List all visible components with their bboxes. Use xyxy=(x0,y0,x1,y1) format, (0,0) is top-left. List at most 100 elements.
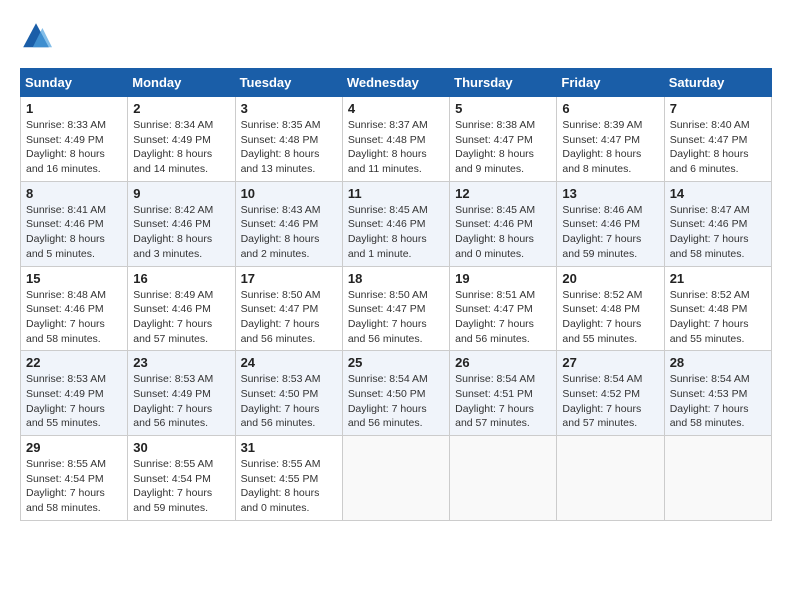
calendar-cell: 6 Sunrise: 8:39 AMSunset: 4:47 PMDaylight… xyxy=(557,97,664,182)
day-info: Sunrise: 8:35 AMSunset: 4:48 PMDaylight:… xyxy=(241,118,337,177)
day-info: Sunrise: 8:45 AMSunset: 4:46 PMDaylight:… xyxy=(455,203,551,262)
day-number: 11 xyxy=(348,186,444,201)
calendar-cell: 16 Sunrise: 8:49 AMSunset: 4:46 PMDayligh… xyxy=(128,266,235,351)
calendar-cell: 28 Sunrise: 8:54 AMSunset: 4:53 PMDayligh… xyxy=(664,351,771,436)
day-number: 7 xyxy=(670,101,766,116)
weekday-header: Friday xyxy=(557,69,664,97)
calendar-cell: 15 Sunrise: 8:48 AMSunset: 4:46 PMDayligh… xyxy=(21,266,128,351)
day-number: 26 xyxy=(455,355,551,370)
day-number: 13 xyxy=(562,186,658,201)
calendar-week-row: 15 Sunrise: 8:48 AMSunset: 4:46 PMDayligh… xyxy=(21,266,772,351)
day-info: Sunrise: 8:55 AMSunset: 4:54 PMDaylight:… xyxy=(26,457,122,516)
calendar-cell: 1Sunrise: 8:33 AMSunset: 4:49 PMDaylight… xyxy=(21,97,128,182)
day-info: Sunrise: 8:45 AMSunset: 4:46 PMDaylight:… xyxy=(348,203,444,262)
calendar-cell xyxy=(664,436,771,521)
calendar-cell: 14 Sunrise: 8:47 AMSunset: 4:46 PMDayligh… xyxy=(664,181,771,266)
day-info: Sunrise: 8:54 AMSunset: 4:53 PMDaylight:… xyxy=(670,372,766,431)
day-info: Sunrise: 8:43 AMSunset: 4:46 PMDaylight:… xyxy=(241,203,337,262)
calendar-cell: 13 Sunrise: 8:46 AMSunset: 4:46 PMDayligh… xyxy=(557,181,664,266)
calendar-week-row: 29 Sunrise: 8:55 AMSunset: 4:54 PMDayligh… xyxy=(21,436,772,521)
calendar-cell: 26Sunrise: 8:54 AMSunset: 4:51 PMDayligh… xyxy=(450,351,557,436)
calendar-cell: 12 Sunrise: 8:45 AMSunset: 4:46 PMDayligh… xyxy=(450,181,557,266)
day-number: 20 xyxy=(562,271,658,286)
calendar-cell: 20 Sunrise: 8:52 AMSunset: 4:48 PMDayligh… xyxy=(557,266,664,351)
weekday-header: Saturday xyxy=(664,69,771,97)
calendar-cell: 27 Sunrise: 8:54 AMSunset: 4:52 PMDayligh… xyxy=(557,351,664,436)
page-header xyxy=(20,20,772,52)
day-number: 28 xyxy=(670,355,766,370)
calendar-cell: 25 Sunrise: 8:54 AMSunset: 4:50 PMDayligh… xyxy=(342,351,449,436)
calendar-week-row: 8Sunrise: 8:41 AMSunset: 4:46 PMDaylight… xyxy=(21,181,772,266)
day-info: Sunrise: 8:38 AMSunset: 4:47 PMDaylight:… xyxy=(455,118,551,177)
day-info: Sunrise: 8:54 AMSunset: 4:50 PMDaylight:… xyxy=(348,372,444,431)
calendar-cell: 22 Sunrise: 8:53 AMSunset: 4:49 PMDayligh… xyxy=(21,351,128,436)
day-info: Sunrise: 8:47 AMSunset: 4:46 PMDaylight:… xyxy=(670,203,766,262)
day-info: Sunrise: 8:49 AMSunset: 4:46 PMDaylight:… xyxy=(133,288,229,347)
day-number: 15 xyxy=(26,271,122,286)
weekday-header: Sunday xyxy=(21,69,128,97)
calendar-cell: 17 Sunrise: 8:50 AMSunset: 4:47 PMDayligh… xyxy=(235,266,342,351)
calendar-cell: 4 Sunrise: 8:37 AMSunset: 4:48 PMDaylight… xyxy=(342,97,449,182)
day-info: Sunrise: 8:50 AMSunset: 4:47 PMDaylight:… xyxy=(348,288,444,347)
calendar-cell: 21Sunrise: 8:52 AMSunset: 4:48 PMDayligh… xyxy=(664,266,771,351)
weekday-header: Thursday xyxy=(450,69,557,97)
calendar-header-row: SundayMondayTuesdayWednesdayThursdayFrid… xyxy=(21,69,772,97)
day-number: 18 xyxy=(348,271,444,286)
calendar-cell: 18 Sunrise: 8:50 AMSunset: 4:47 PMDayligh… xyxy=(342,266,449,351)
day-number: 24 xyxy=(241,355,337,370)
calendar-week-row: 1Sunrise: 8:33 AMSunset: 4:49 PMDaylight… xyxy=(21,97,772,182)
calendar-cell xyxy=(450,436,557,521)
day-number: 8 xyxy=(26,186,122,201)
day-info: Sunrise: 8:53 AMSunset: 4:49 PMDaylight:… xyxy=(26,372,122,431)
calendar-cell: 7 Sunrise: 8:40 AMSunset: 4:47 PMDaylight… xyxy=(664,97,771,182)
day-number: 5 xyxy=(455,101,551,116)
day-info: Sunrise: 8:40 AMSunset: 4:47 PMDaylight:… xyxy=(670,118,766,177)
logo xyxy=(20,20,56,52)
day-info: Sunrise: 8:54 AMSunset: 4:52 PMDaylight:… xyxy=(562,372,658,431)
day-number: 22 xyxy=(26,355,122,370)
logo-icon xyxy=(20,20,52,52)
day-number: 23 xyxy=(133,355,229,370)
weekday-header: Monday xyxy=(128,69,235,97)
day-info: Sunrise: 8:48 AMSunset: 4:46 PMDaylight:… xyxy=(26,288,122,347)
day-number: 27 xyxy=(562,355,658,370)
day-number: 30 xyxy=(133,440,229,455)
day-number: 4 xyxy=(348,101,444,116)
calendar-cell: 23Sunrise: 8:53 AMSunset: 4:49 PMDayligh… xyxy=(128,351,235,436)
day-number: 2 xyxy=(133,101,229,116)
day-number: 16 xyxy=(133,271,229,286)
day-number: 9 xyxy=(133,186,229,201)
day-info: Sunrise: 8:39 AMSunset: 4:47 PMDaylight:… xyxy=(562,118,658,177)
calendar-cell: 24Sunrise: 8:53 AMSunset: 4:50 PMDayligh… xyxy=(235,351,342,436)
day-info: Sunrise: 8:46 AMSunset: 4:46 PMDaylight:… xyxy=(562,203,658,262)
day-number: 17 xyxy=(241,271,337,286)
weekday-header: Wednesday xyxy=(342,69,449,97)
day-number: 6 xyxy=(562,101,658,116)
day-number: 21 xyxy=(670,271,766,286)
calendar-cell xyxy=(342,436,449,521)
day-info: Sunrise: 8:55 AMSunset: 4:55 PMDaylight:… xyxy=(241,457,337,516)
calendar-cell: 2 Sunrise: 8:34 AMSunset: 4:49 PMDaylight… xyxy=(128,97,235,182)
calendar-table: SundayMondayTuesdayWednesdayThursdayFrid… xyxy=(20,68,772,521)
day-number: 10 xyxy=(241,186,337,201)
calendar-cell: 30Sunrise: 8:55 AMSunset: 4:54 PMDayligh… xyxy=(128,436,235,521)
calendar-week-row: 22 Sunrise: 8:53 AMSunset: 4:49 PMDayligh… xyxy=(21,351,772,436)
calendar-cell: 5 Sunrise: 8:38 AMSunset: 4:47 PMDaylight… xyxy=(450,97,557,182)
calendar-cell: 29 Sunrise: 8:55 AMSunset: 4:54 PMDayligh… xyxy=(21,436,128,521)
day-number: 14 xyxy=(670,186,766,201)
day-info: Sunrise: 8:50 AMSunset: 4:47 PMDaylight:… xyxy=(241,288,337,347)
day-number: 29 xyxy=(26,440,122,455)
calendar-cell: 9 Sunrise: 8:42 AMSunset: 4:46 PMDaylight… xyxy=(128,181,235,266)
calendar-cell: 8Sunrise: 8:41 AMSunset: 4:46 PMDaylight… xyxy=(21,181,128,266)
day-number: 25 xyxy=(348,355,444,370)
calendar-cell: 3Sunrise: 8:35 AMSunset: 4:48 PMDaylight… xyxy=(235,97,342,182)
weekday-header: Tuesday xyxy=(235,69,342,97)
day-info: Sunrise: 8:37 AMSunset: 4:48 PMDaylight:… xyxy=(348,118,444,177)
day-number: 12 xyxy=(455,186,551,201)
calendar-cell xyxy=(557,436,664,521)
day-info: Sunrise: 8:34 AMSunset: 4:49 PMDaylight:… xyxy=(133,118,229,177)
day-number: 19 xyxy=(455,271,551,286)
calendar-cell: 10 Sunrise: 8:43 AMSunset: 4:46 PMDayligh… xyxy=(235,181,342,266)
day-info: Sunrise: 8:52 AMSunset: 4:48 PMDaylight:… xyxy=(562,288,658,347)
day-info: Sunrise: 8:42 AMSunset: 4:46 PMDaylight:… xyxy=(133,203,229,262)
